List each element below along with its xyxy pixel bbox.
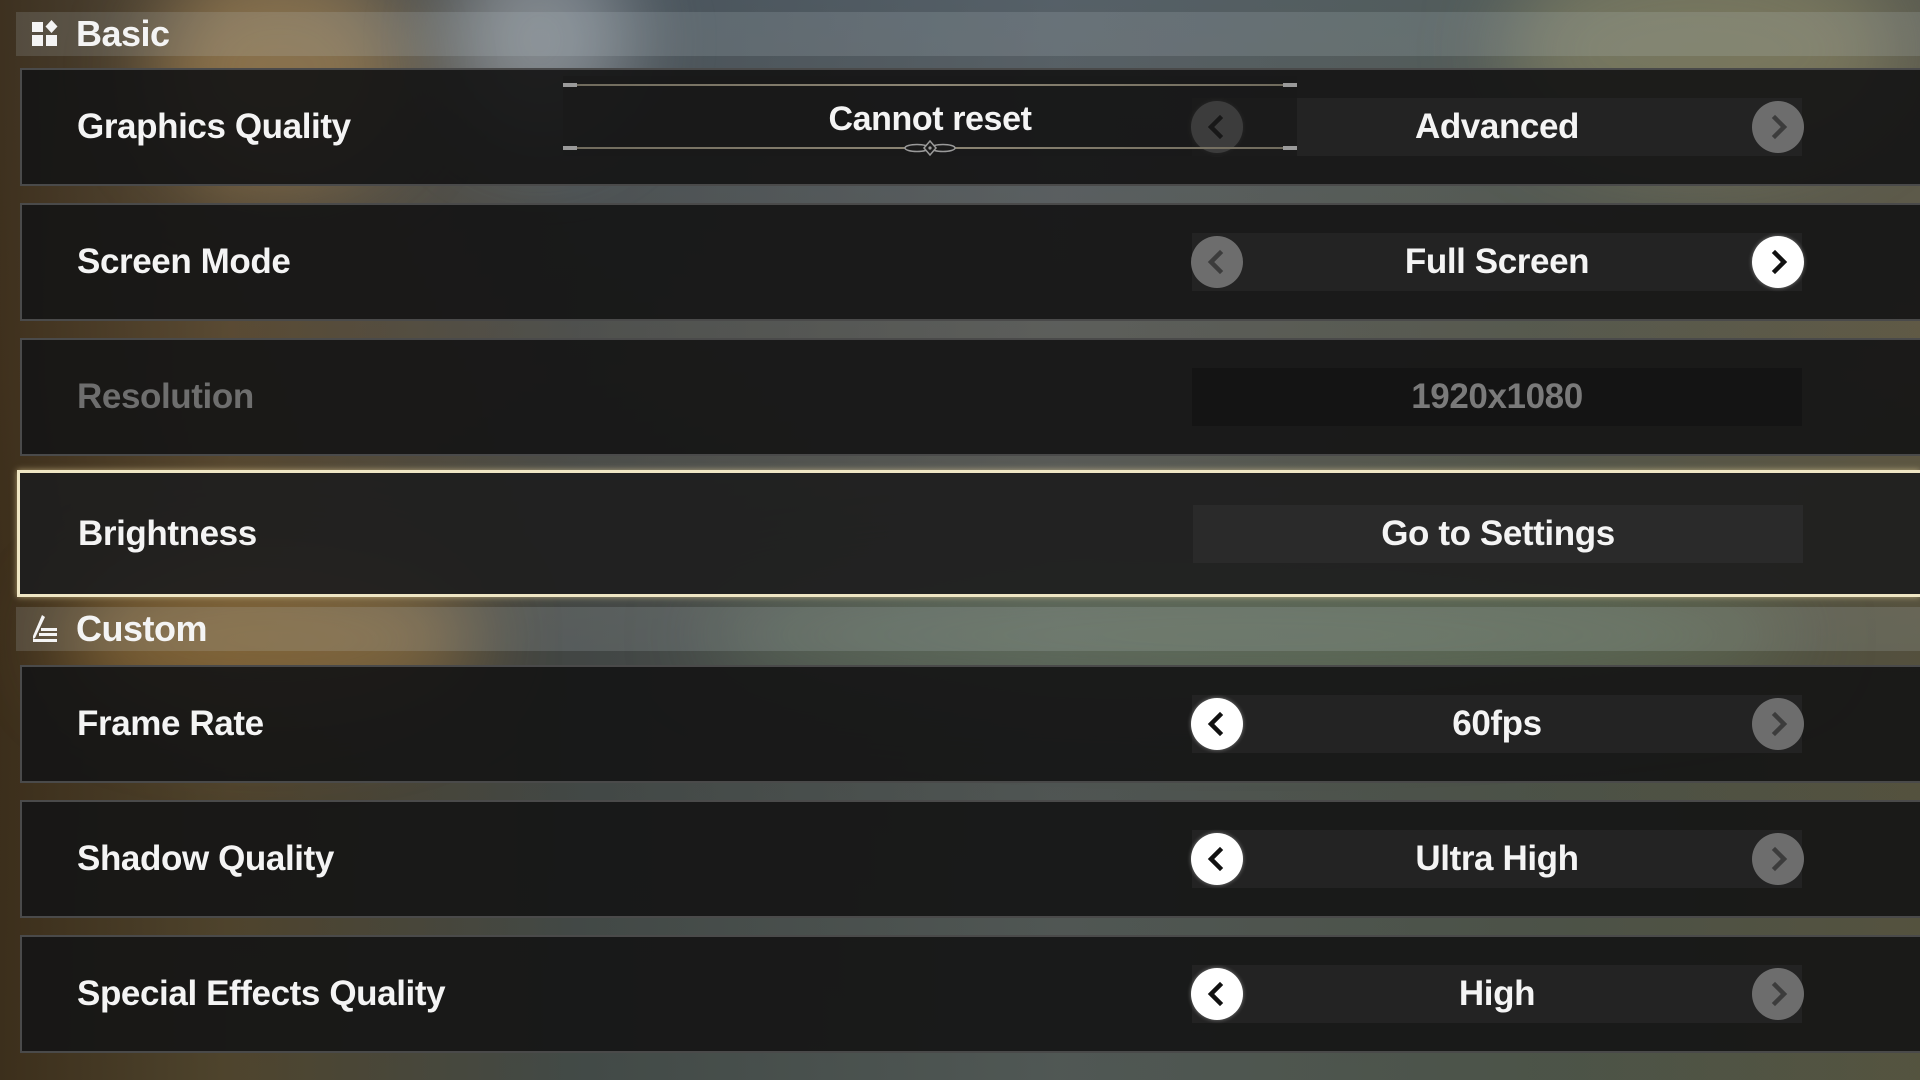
setting-label: Frame Rate xyxy=(77,704,264,743)
chevron-right-icon xyxy=(1771,981,1788,1007)
chevron-left-icon xyxy=(1207,711,1224,737)
section-title: Custom xyxy=(76,608,208,649)
setting-row-special-effects-quality[interactable]: Special Effects Quality High xyxy=(20,935,1920,1053)
next-option-button[interactable] xyxy=(1752,968,1804,1020)
setting-row-shadow-quality[interactable]: Shadow Quality Ultra High xyxy=(20,800,1920,918)
previous-option-button[interactable] xyxy=(1191,833,1243,885)
setting-label: Graphics Quality xyxy=(77,107,351,146)
setting-row-resolution: Resolution 1920x1080 xyxy=(20,338,1920,456)
chevron-left-icon xyxy=(1207,249,1224,275)
chevron-right-icon xyxy=(1771,711,1788,737)
setting-value: 1920x1080 xyxy=(1411,377,1583,416)
tooltip-divider xyxy=(563,84,1297,86)
chevron-right-icon xyxy=(1771,114,1788,140)
setting-row-screen-mode[interactable]: Screen Mode Full Screen xyxy=(20,203,1920,321)
tooltip-text: Cannot reset xyxy=(828,100,1032,138)
pencil-lines-icon xyxy=(30,613,62,645)
previous-option-button[interactable] xyxy=(1191,698,1243,750)
setting-label: Shadow Quality xyxy=(77,839,334,878)
tooltip-cap xyxy=(1283,146,1297,150)
previous-option-button[interactable] xyxy=(1191,236,1243,288)
section-header-custom: Custom xyxy=(16,607,1920,651)
button-label: Go to Settings xyxy=(1381,513,1615,553)
tooltip-cap xyxy=(1283,83,1297,87)
next-option-button[interactable] xyxy=(1752,833,1804,885)
chevron-right-icon xyxy=(1771,249,1788,275)
tooltip-cap xyxy=(563,83,577,87)
value-selector: 60fps xyxy=(1192,695,1802,753)
ornament-icon xyxy=(904,140,956,156)
grid-diamond-icon xyxy=(30,18,62,50)
go-to-settings-button[interactable]: Go to Settings xyxy=(1193,504,1803,563)
setting-label: Brightness xyxy=(78,513,257,553)
cannot-reset-tooltip: Cannot reset xyxy=(563,76,1297,156)
value-display: 1920x1080 xyxy=(1192,368,1802,426)
chevron-left-icon xyxy=(1207,846,1224,872)
setting-label: Screen Mode xyxy=(77,242,291,281)
setting-value: 60fps xyxy=(1452,704,1542,743)
next-option-button[interactable] xyxy=(1752,101,1804,153)
next-option-button[interactable] xyxy=(1752,698,1804,750)
setting-value: Ultra High xyxy=(1415,839,1579,878)
setting-value: High xyxy=(1458,974,1536,1013)
chevron-left-icon xyxy=(1207,981,1224,1007)
section-title: Basic xyxy=(76,13,170,54)
value-selector: Full Screen xyxy=(1192,233,1802,291)
previous-option-button[interactable] xyxy=(1191,968,1243,1020)
next-option-button[interactable] xyxy=(1752,236,1804,288)
tooltip-cap xyxy=(563,146,577,150)
value-selector: High xyxy=(1192,965,1802,1023)
chevron-right-icon xyxy=(1771,846,1788,872)
setting-label: Special Effects Quality xyxy=(77,974,446,1013)
setting-row-brightness[interactable]: Brightness Go to Settings xyxy=(17,470,1920,597)
setting-value: Full Screen xyxy=(1404,242,1590,281)
setting-label: Resolution xyxy=(77,377,254,416)
value-selector: Ultra High xyxy=(1192,830,1802,888)
section-header-basic: Basic xyxy=(16,12,1920,56)
setting-row-frame-rate[interactable]: Frame Rate 60fps xyxy=(20,665,1920,783)
